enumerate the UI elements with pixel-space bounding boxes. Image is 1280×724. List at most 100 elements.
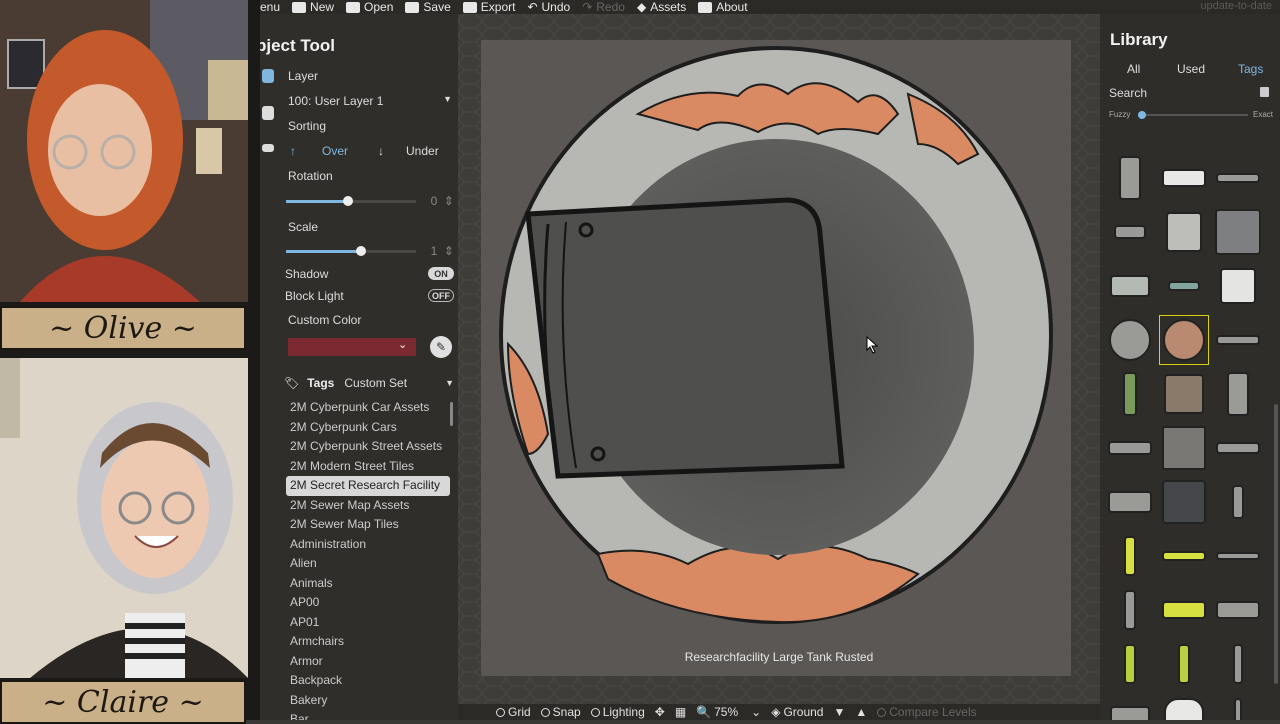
new-button[interactable]: New [292,0,334,14]
menu-label: enu [260,0,281,14]
asset-thumbnail[interactable] [1160,424,1208,472]
save-button[interactable]: Save [405,0,451,14]
layer-dropdown[interactable]: 100: User Layer 1 ▼ [288,94,454,112]
asset-thumbnail[interactable] [1160,370,1208,418]
redo-button[interactable]: ↷ Redo [582,0,625,14]
move-icon[interactable]: ✥ [655,705,665,719]
asset-thumbnail[interactable] [1214,424,1262,472]
undo-button[interactable]: ↶ Undo [527,0,570,14]
webcam-claire-image [0,358,248,678]
trash-icon[interactable] [1260,87,1269,97]
library-scrollbar[interactable] [1274,404,1278,684]
tag-item[interactable]: AP01 [286,613,450,633]
library-search-input[interactable]: Search [1109,86,1147,100]
asset-thumbnail[interactable] [1106,424,1154,472]
asset-thumbnail[interactable] [1214,316,1262,364]
lighting-toggle[interactable]: Lighting [590,705,645,719]
asset-thumbnail[interactable] [1214,640,1262,688]
asset-thumbnail[interactable] [1214,208,1262,256]
asset-thumbnail[interactable] [1160,478,1208,526]
library-tab-used[interactable]: Used [1177,62,1205,76]
tag-item-selected[interactable]: 2M Secret Research Facility [286,476,450,496]
grid-settings-icon[interactable]: ▦ [675,705,686,719]
open-button[interactable]: Open [346,0,393,14]
asset-thumbnail[interactable] [1214,694,1262,720]
grid-toggle[interactable]: Grid [496,705,531,719]
eyedropper-icon[interactable]: ✎ [430,336,452,358]
asset-thumbnail[interactable] [1214,262,1262,310]
tag-item[interactable]: 2M Cyberpunk Cars [286,418,450,438]
asset-thumbnail[interactable] [1106,478,1154,526]
asset-thumbnail[interactable] [1160,208,1208,256]
asset-thumbnail[interactable] [1106,262,1154,310]
asset-thumbnail[interactable] [1160,532,1208,580]
scale-number: 1 [430,244,438,258]
scale-label: Scale [288,220,319,234]
level-selector[interactable]: ◈ Ground [771,705,823,719]
tag-item[interactable]: Backpack [286,671,450,691]
zoom-control[interactable]: 🔍 75% ⌄ [696,705,761,719]
sort-under-option[interactable]: Under [406,144,439,158]
shadow-toggle[interactable]: ON [428,267,454,280]
asset-thumbnail-selected[interactable] [1159,315,1209,365]
tag-item[interactable]: 2M Sewer Map Assets [286,496,450,516]
asset-thumbnail[interactable] [1106,694,1154,720]
tag-item[interactable]: 2M Cyberpunk Street Assets [286,437,450,457]
map-canvas[interactable]: Researchfacility Large Tank Rusted [458,14,1100,720]
tag-item[interactable]: Armor [286,652,450,672]
library-title: Library [1110,30,1168,49]
tag-item[interactable]: 2M Sewer Map Tiles [286,515,450,535]
asset-thumbnail[interactable] [1106,154,1154,202]
tag-item[interactable]: Animals [286,574,450,594]
rotation-slider[interactable] [286,196,416,206]
tag-item[interactable]: Armchairs [286,632,450,652]
scale-slider[interactable] [286,246,416,256]
snap-toggle[interactable]: Snap [540,705,581,719]
asset-thumbnail[interactable] [1106,208,1154,256]
asset-thumbnail[interactable] [1160,154,1208,202]
assets-button[interactable]: ◆ Assets [637,0,686,14]
tag-item[interactable]: 2M Cyberpunk Car Assets [286,398,450,418]
asset-thumbnail[interactable] [1214,478,1262,526]
library-tab-tags[interactable]: Tags [1238,62,1263,76]
block-light-toggle[interactable]: OFF [428,289,454,302]
asset-thumbnail[interactable] [1106,640,1154,688]
asset-thumbnail[interactable] [1106,586,1154,634]
save-label: Save [423,0,451,14]
level-down-button[interactable]: ▼ [833,705,845,719]
asset-thumbnail[interactable] [1106,370,1154,418]
about-button[interactable]: About [698,0,748,14]
menu-button[interactable]: enu [260,0,280,14]
level-up-button[interactable]: ▲ [855,705,867,719]
asset-thumbnail[interactable] [1106,316,1154,364]
fuzzy-slider-knob[interactable] [1138,111,1146,119]
export-button[interactable]: Export [462,0,515,14]
asset-thumbnail[interactable] [1160,694,1208,720]
custom-color-dropdown[interactable] [288,338,416,356]
library-tab-all[interactable]: All [1127,62,1140,76]
scale-value[interactable]: 1 ⇕ [431,244,454,258]
scale-slider-knob[interactable] [356,246,367,256]
asset-thumbnail[interactable] [1214,586,1262,634]
asset-thumbnail[interactable] [1160,586,1208,634]
asset-thumbnail[interactable] [1214,370,1262,418]
asset-thumbnail[interactable] [1106,532,1154,580]
asset-thumbnail[interactable] [1214,154,1262,202]
tag-item[interactable]: 2M Modern Street Tiles [286,457,450,477]
save-icon [405,1,420,13]
compare-levels-toggle[interactable]: Compare Levels [877,705,977,719]
tag-list-scrollbar[interactable] [450,402,453,426]
tag-set-dropdown[interactable]: Custom Set [344,376,407,390]
tag-item[interactable]: Alien [286,554,450,574]
sort-over-option[interactable]: Over [322,144,348,158]
asset-thumbnail[interactable] [1160,640,1208,688]
fuzzy-slider[interactable] [1138,111,1248,119]
tag-item[interactable]: Bakery [286,691,450,711]
tag-item[interactable]: Bar [286,710,450,720]
asset-thumbnail[interactable] [1160,262,1208,310]
rotation-value[interactable]: 0 ⇕ [431,194,454,208]
tag-item[interactable]: AP00 [286,593,450,613]
asset-thumbnail[interactable] [1214,532,1262,580]
tag-item[interactable]: Administration [286,535,450,555]
rotation-slider-knob[interactable] [343,196,354,206]
